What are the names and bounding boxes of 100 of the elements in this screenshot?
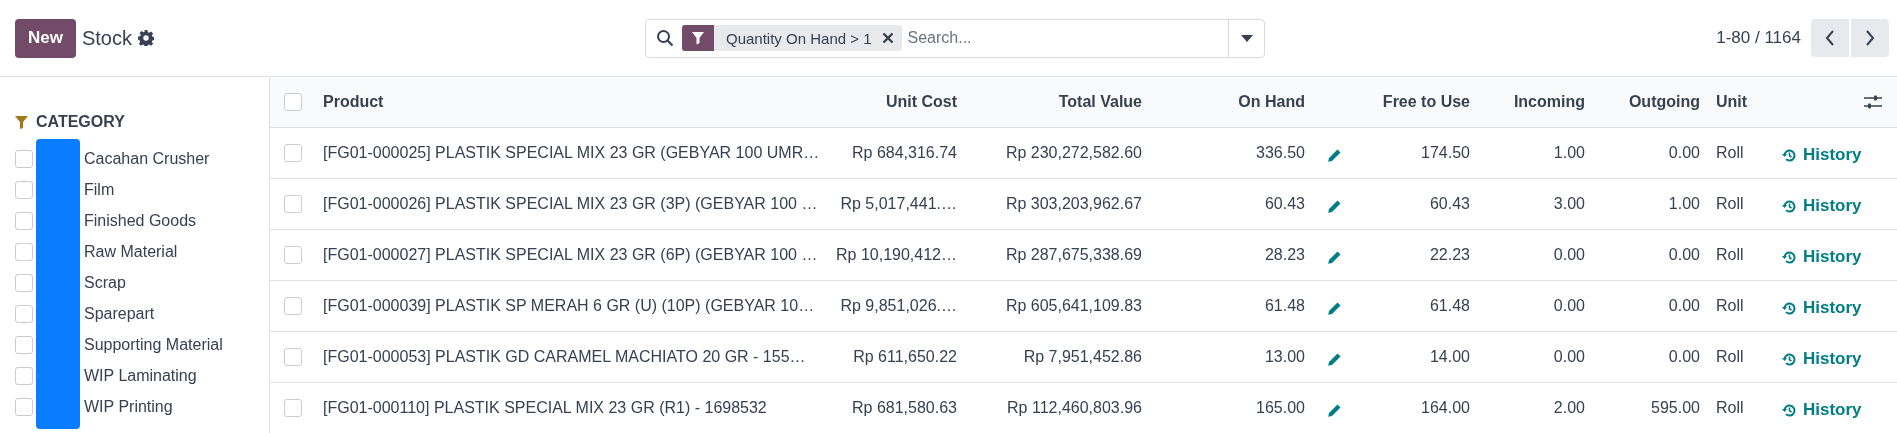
table-cell-text: Rp 611,650.22	[852, 348, 958, 366]
table-cell-text: 60.43	[1428, 195, 1471, 213]
pencil-icon[interactable]	[1327, 351, 1342, 367]
search-input[interactable]: Search...	[901, 29, 1228, 47]
filter-facet[interactable]: Quantity On Hand > 1	[682, 25, 902, 51]
pencil-icon[interactable]	[1327, 300, 1342, 316]
column-header[interactable]: Total Value	[965, 93, 1150, 111]
history-button[interactable]: History	[1770, 145, 1897, 165]
category-label[interactable]: Film	[84, 180, 115, 199]
next-page-button[interactable]	[1851, 19, 1889, 57]
table-cell-text: 3.00	[1552, 195, 1586, 213]
category-checkbox[interactable]	[15, 397, 33, 416]
column-header[interactable]: On Hand	[1150, 93, 1313, 111]
product-cell-text: [FG01-000110] PLASTIK SPECIAL MIX 23 GR (R1) - 1698532	[322, 399, 768, 417]
table-cell-text: 0.00	[1552, 297, 1586, 315]
settings-icon[interactable]	[138, 30, 154, 46]
table-cell-text: 336.50	[1255, 144, 1306, 162]
table-cell-text: Rp 7,951,452.86	[1022, 348, 1143, 366]
row-checkbox[interactable]	[283, 348, 302, 366]
category-checkbox[interactable]	[15, 180, 33, 199]
category-label[interactable]: WIP Printing	[84, 397, 173, 416]
table-cell-text: 595.00	[1650, 399, 1701, 417]
sliders-icon[interactable]	[1864, 94, 1882, 110]
search-icon[interactable]	[656, 29, 674, 47]
close-icon[interactable]	[881, 32, 894, 44]
history-button[interactable]: History	[1770, 400, 1897, 420]
column-header[interactable]: Product	[315, 93, 820, 111]
category-checkbox[interactable]	[15, 273, 33, 292]
table-cell-text: Roll	[1715, 195, 1745, 213]
category-checkbox[interactable]	[15, 335, 33, 354]
history-icon	[1782, 300, 1797, 316]
table-cell-text: Roll	[1715, 399, 1745, 417]
row-checkbox[interactable]	[283, 297, 302, 315]
category-checkbox[interactable]	[15, 149, 33, 168]
category-checkbox[interactable]	[15, 211, 33, 230]
category-heading: CATEGORY	[36, 113, 125, 131]
new-button[interactable]: New	[15, 18, 76, 58]
column-header[interactable]: Unit Cost	[820, 93, 965, 111]
history-icon	[1782, 147, 1797, 163]
table-cell-text: 61.48	[1428, 297, 1471, 315]
category-label[interactable]: Finished Goods	[84, 211, 197, 230]
product-cell-text: [FG01-000053] PLASTIK GD CARAMEL MACHIATO 20 GR - 155…	[322, 348, 807, 366]
search-bar[interactable]: Quantity On Hand > 1 Search...	[645, 18, 1265, 58]
table-cell-text: Rp 681,580.63	[851, 399, 958, 417]
table-cell-text: 0.00	[1667, 144, 1701, 162]
pencil-icon[interactable]	[1327, 198, 1342, 214]
category-label[interactable]: Scrap	[84, 273, 126, 292]
category-checkbox[interactable]	[15, 366, 33, 385]
table-cell-text: Rp 10,190,412…	[835, 246, 958, 264]
table-cell-text: 13.00	[1263, 348, 1306, 366]
table-cell-text: Roll	[1715, 246, 1745, 264]
product-cell-text: [FG01-000039] PLASTIK SP MERAH 6 GR (U) (10P) (GEBYAR 10…	[322, 297, 816, 315]
column-header[interactable]: Outgoing	[1593, 93, 1708, 111]
pencil-icon[interactable]	[1327, 147, 1342, 163]
pencil-icon[interactable]	[1327, 249, 1342, 265]
column-header[interactable]: Unit	[1708, 93, 1770, 111]
history-button[interactable]: History	[1770, 247, 1897, 267]
row-checkbox[interactable]	[283, 195, 302, 213]
history-icon	[1782, 351, 1797, 367]
table-cell-text: 174.50	[1420, 144, 1471, 162]
pager-value: 1-80 / 1164	[1716, 28, 1801, 48]
table-cell-text: 0.00	[1552, 246, 1586, 264]
table-cell-text: Rp 303,203,962.67	[1004, 195, 1143, 213]
table-cell-text: 165.00	[1255, 399, 1306, 417]
table-cell-text: Roll	[1715, 348, 1745, 366]
table-cell-text: 164.00	[1420, 399, 1471, 417]
product-cell-text: [FG01-000025] PLASTIK SPECIAL MIX 23 GR (GEBYAR 100 UMR…	[322, 144, 820, 162]
history-icon	[1782, 402, 1797, 418]
history-button[interactable]: History	[1770, 196, 1897, 216]
category-checkbox[interactable]	[15, 304, 33, 323]
row-checkbox[interactable]	[283, 399, 302, 417]
category-label[interactable]: Sparepart	[84, 304, 155, 323]
table-cell-text: Rp 684,316.74	[851, 144, 958, 162]
funnel-icon	[691, 31, 705, 45]
table-cell-text: 0.00	[1667, 348, 1701, 366]
history-button[interactable]: History	[1770, 349, 1897, 369]
category-label[interactable]: Raw Material	[84, 242, 178, 261]
pencil-icon[interactable]	[1327, 402, 1342, 418]
chevron-left-icon	[1825, 30, 1835, 46]
table-cell-text: Rp 605,641,109.83	[1004, 297, 1143, 315]
filter-icon	[15, 115, 28, 129]
category-checkbox[interactable]	[15, 242, 33, 261]
category-label[interactable]: WIP Laminating	[84, 366, 197, 385]
row-checkbox[interactable]	[283, 144, 302, 162]
product-cell-text: [FG01-000026] PLASTIK SPECIAL MIX 23 GR (3P) (GEBYAR 100 …	[322, 195, 819, 213]
table-cell-text: Roll	[1715, 297, 1745, 315]
table-cell-text: 1.00	[1667, 195, 1701, 213]
row-checkbox[interactable]	[283, 246, 302, 264]
previous-page-button[interactable]	[1811, 19, 1849, 57]
select-all-checkbox[interactable]	[283, 93, 302, 111]
category-label[interactable]: Supporting Material	[84, 335, 223, 354]
column-header[interactable]: Free to Use	[1365, 93, 1478, 111]
history-button[interactable]: History	[1770, 298, 1897, 318]
column-header[interactable]: Incoming	[1478, 93, 1593, 111]
caret-icon	[1240, 34, 1253, 42]
table-cell-text: Roll	[1715, 144, 1745, 162]
history-icon	[1782, 249, 1797, 265]
category-label[interactable]: Cacahan Crusher	[84, 149, 210, 168]
table-cell-text: 14.00	[1428, 348, 1471, 366]
table-cell-text: 0.00	[1667, 297, 1701, 315]
